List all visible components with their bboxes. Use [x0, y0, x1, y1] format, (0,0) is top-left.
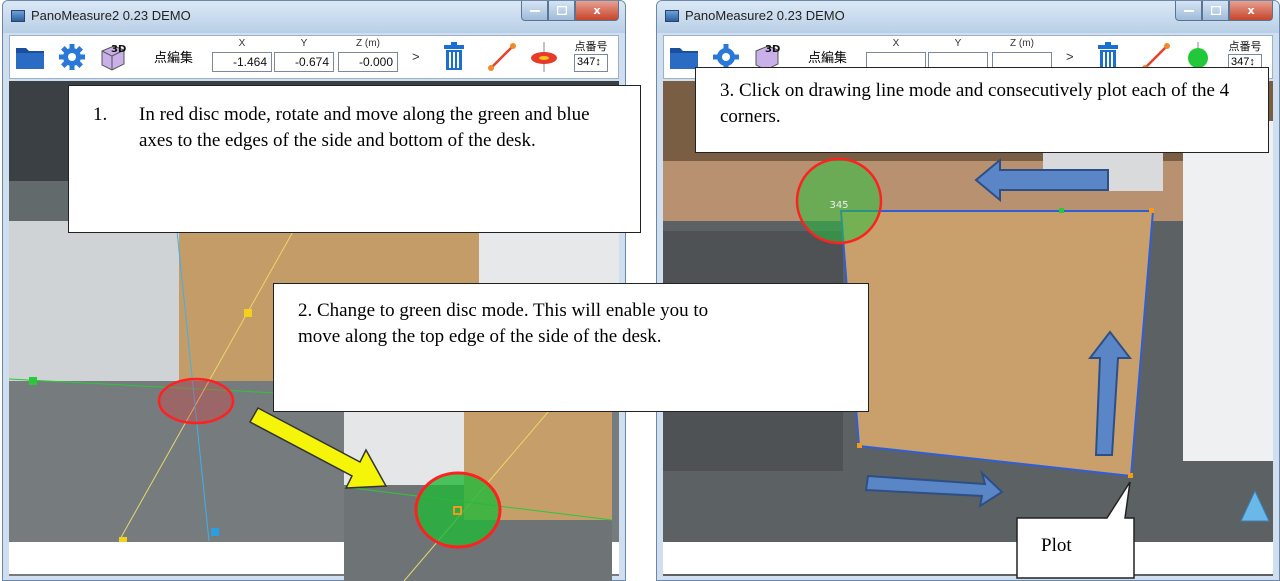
plot-label: Plot — [1041, 535, 1072, 556]
step-1-callout: 1. In red disc mode, rotate and move alo… — [68, 85, 641, 233]
step-3-callout: 3. Click on drawing line mode and consec… — [695, 67, 1269, 153]
arrow-right-up — [1087, 330, 1133, 456]
plot-callout-bubble — [1016, 481, 1135, 579]
arrow-top-left — [974, 157, 1109, 203]
step-2-callout: 2. Change to green disc mode. This will … — [273, 283, 869, 412]
arrow-bottom-right — [864, 469, 1004, 509]
step-1-number: 1. — [93, 104, 108, 125]
step-2-text: 2. Change to green disc mode. This will … — [298, 300, 709, 347]
step-3-text: 3. Click on drawing line mode and consec… — [720, 80, 1230, 127]
step-1-text: In red disc mode, rotate and move along … — [139, 104, 590, 151]
